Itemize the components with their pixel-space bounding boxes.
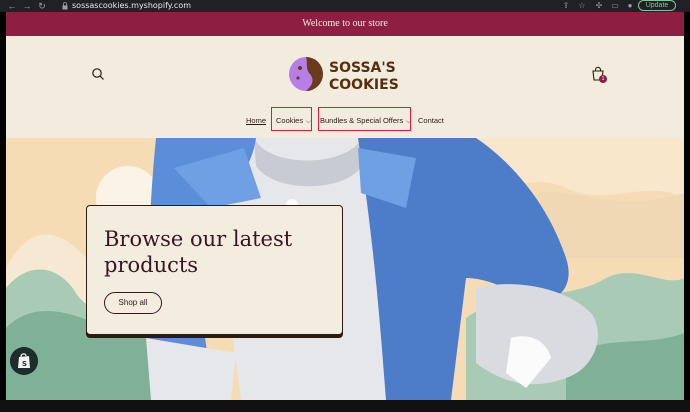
address-bar[interactable]: sossascookies.myshopify.com — [72, 1, 191, 11]
update-button[interactable]: Update — [638, 0, 676, 11]
profile-icon[interactable]: ● — [624, 0, 636, 12]
hero-card: Browse our latest products Shop all — [86, 205, 343, 335]
logo-text-line1: SOSSA'S — [329, 60, 396, 76]
highlight-box-cookies — [271, 107, 312, 131]
browser-toolbar: ← → ↻ sossascookies.myshopify.com ⇪ ☆ ✣ … — [0, 0, 690, 12]
reload-icon[interactable]: ↻ — [36, 0, 48, 12]
share-icon[interactable]: ⇪ — [560, 0, 572, 12]
highlight-box-bundles — [318, 107, 411, 131]
store-page: Welcome to our store SOSSA'S COOKIES 1 H… — [6, 12, 684, 400]
announcement-bar: Welcome to our store — [6, 12, 684, 36]
search-icon[interactable] — [91, 67, 105, 81]
hero-banner: Browse our latest products Shop all — [6, 138, 684, 400]
extensions-icon[interactable]: ✣ — [593, 0, 605, 12]
star-icon[interactable]: ☆ — [576, 0, 588, 12]
shopify-bag-icon[interactable]: S — [10, 347, 38, 375]
lock-icon — [62, 2, 68, 10]
cart-count-badge: 1 — [599, 75, 607, 83]
hero-title: Browse our latest products — [104, 227, 293, 277]
svg-text:S: S — [22, 360, 27, 368]
nav-contact[interactable]: Contact — [418, 114, 444, 128]
back-icon[interactable]: ← — [6, 0, 18, 12]
store-logo[interactable]: SOSSA'S COOKIES — [287, 54, 405, 94]
browser-bottom-bar — [0, 400, 690, 412]
forward-icon[interactable]: → — [21, 0, 33, 12]
site-header: SOSSA'S COOKIES 1 Home Cookies ⌵ Bundles … — [6, 36, 684, 138]
shop-all-button[interactable]: Shop all — [104, 292, 162, 314]
nav-home[interactable]: Home — [246, 114, 266, 128]
logo-text-line2: COOKIES — [329, 77, 399, 93]
sidepanel-icon[interactable]: ▭ — [609, 0, 621, 12]
